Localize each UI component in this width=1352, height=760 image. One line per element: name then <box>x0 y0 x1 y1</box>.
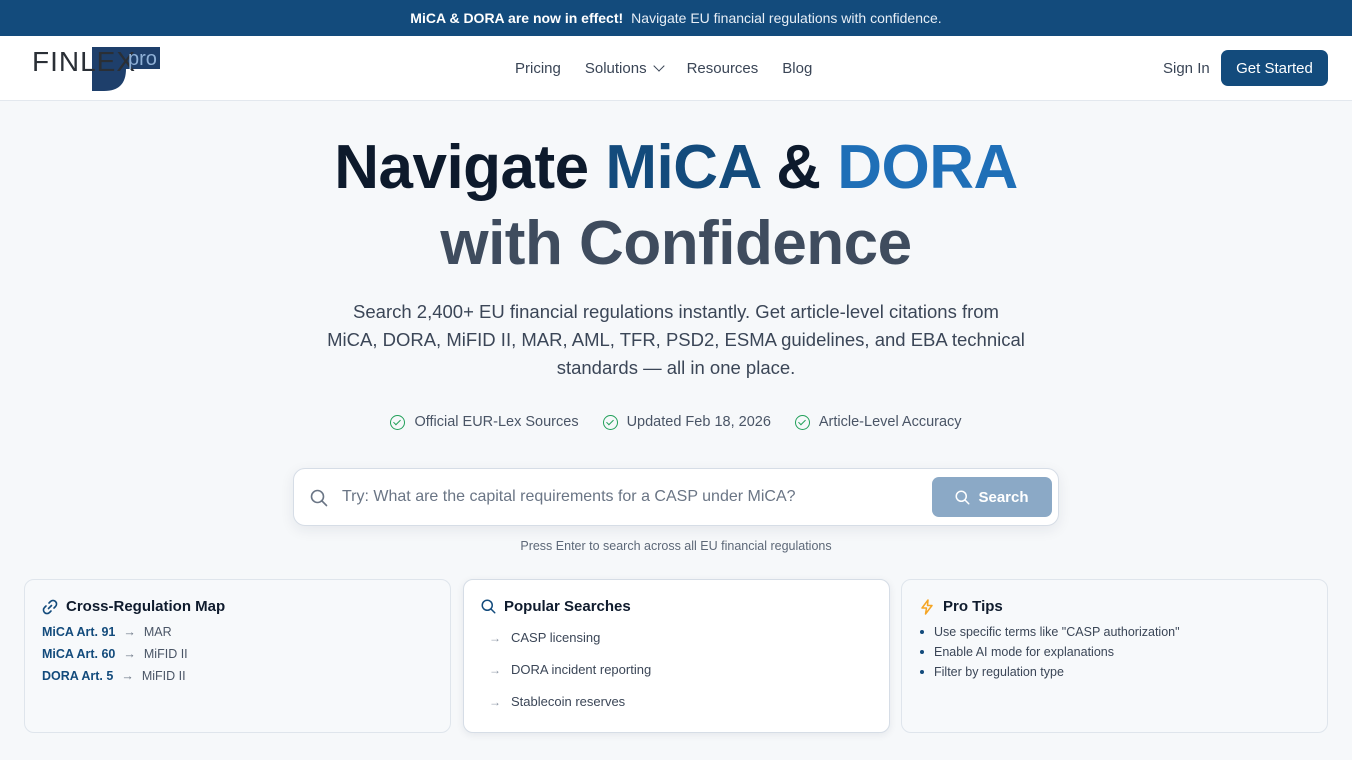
trust-badges: Official EUR-Lex Sources Updated Feb 18,… <box>0 414 1352 430</box>
popular-searches-title: Popular Searches <box>481 598 631 615</box>
logo-word: FINLEX <box>32 46 137 77</box>
top-navbar: FINLEX pro Pricing Solutions Resources B… <box>0 36 1352 101</box>
search-icon <box>481 599 496 614</box>
badge-sources-label: Official EUR-Lex Sources <box>414 414 579 430</box>
nav-solutions-label: Solutions <box>584 59 647 77</box>
map-row[interactable]: MiCA Art. 60 → MiFID II <box>42 647 188 661</box>
hero-title-mica: MiCA <box>605 133 760 202</box>
badge-updated: Updated Feb 18, 2026 <box>602 414 771 430</box>
search-hint: Press Enter to search across all EU fina… <box>520 539 832 553</box>
popular-search-item[interactable]: → CASP licensing <box>489 630 600 645</box>
search-input[interactable]: Try: What are the capital requirements f… <box>342 488 796 506</box>
arrow-right-icon: → <box>123 625 136 639</box>
arrow-right-icon: → <box>489 630 501 645</box>
link-icon <box>42 599 58 614</box>
sign-in-link[interactable]: Sign In <box>1163 60 1210 77</box>
hero-subtitle: Search 2,400+ EU financial regulations i… <box>327 301 1025 378</box>
map-row-to: MiFID II <box>143 647 188 661</box>
nav-blog[interactable]: Blog <box>782 60 812 77</box>
badge-updated-label: Updated Feb 18, 2026 <box>626 414 771 430</box>
hero-title-line2: with Confidence <box>440 209 912 278</box>
map-row-from: MiCA Art. 60 <box>42 647 116 661</box>
popular-search-label: DORA incident reporting <box>511 662 652 677</box>
arrow-right-icon: → <box>489 662 501 677</box>
bullet-icon <box>920 650 924 654</box>
announcement-banner: MiCA & DORA are now in effect! Navigate … <box>0 0 1352 36</box>
map-row-from: DORA Art. 5 <box>42 669 114 683</box>
tip-item: Use specific terms like "CASP authorizat… <box>920 625 1180 639</box>
check-circle-icon <box>602 414 618 430</box>
finlex-logo[interactable]: FINLEX pro <box>32 44 162 92</box>
chevron-down-icon <box>652 60 665 72</box>
popular-search-label: Stablecoin reserves <box>511 694 626 709</box>
tip-item: Filter by regulation type <box>920 665 1064 679</box>
banner-bold-text: MiCA & DORA are now in effect! <box>410 10 624 26</box>
popular-search-label: CASP licensing <box>511 630 601 645</box>
tip-text: Enable AI mode for explanations <box>934 645 1114 659</box>
nav-links: Pricing Solutions Resources Blog <box>515 36 836 100</box>
hero-title-amp: & <box>759 133 838 202</box>
nav-resources[interactable]: Resources <box>687 60 759 77</box>
map-row[interactable]: DORA Art. 5 → MiFID II <box>42 669 186 683</box>
map-row-from: MiCA Art. 91 <box>42 625 116 639</box>
banner-text: Navigate EU financial regulations with c… <box>631 10 942 26</box>
hero-title-navigate: Navigate <box>334 133 606 202</box>
hero-heading: Navigate MiCA & DORA with Confidence <box>0 130 1352 282</box>
check-circle-icon <box>390 414 406 430</box>
search-button-label: Search <box>978 488 1029 506</box>
badge-accuracy-label: Article-Level Accuracy <box>818 414 962 430</box>
check-circle-icon <box>794 414 810 430</box>
search-icon <box>955 490 970 504</box>
tip-text: Use specific terms like "CASP authorizat… <box>934 625 1180 639</box>
bullet-icon <box>920 670 924 674</box>
hero-title-dora: DORA <box>837 133 1018 202</box>
arrow-right-icon: → <box>123 647 136 661</box>
map-row[interactable]: MiCA Art. 91 → MAR <box>42 625 172 639</box>
popular-search-item[interactable]: → DORA incident reporting <box>489 662 651 677</box>
badge-accuracy: Article-Level Accuracy <box>794 414 962 430</box>
cross-regulation-title-text: Cross-Regulation Map <box>66 598 226 615</box>
arrow-right-icon: → <box>489 694 501 709</box>
nav-solutions[interactable]: Solutions <box>584 59 665 77</box>
pro-tips-title: Pro Tips <box>919 598 1003 615</box>
nav-pricing[interactable]: Pricing <box>515 60 561 77</box>
get-started-button[interactable]: Get Started <box>1221 50 1328 86</box>
tip-text: Filter by regulation type <box>934 665 1064 679</box>
cross-regulation-card: Cross-Regulation Map MiCA Art. 91 → MAR … <box>24 579 451 733</box>
search-box: Try: What are the capital requirements f… <box>293 468 1059 526</box>
popular-searches-card: Popular Searches → CASP licensing → DORA… <box>463 579 890 733</box>
logo-suffix: pro <box>128 48 157 70</box>
bullet-icon <box>920 630 924 634</box>
search-button[interactable]: Search <box>932 477 1052 517</box>
tip-item: Enable AI mode for explanations <box>920 645 1114 659</box>
map-row-to: MiFID II <box>141 669 186 683</box>
popular-search-item[interactable]: → Stablecoin reserves <box>489 694 625 709</box>
badge-sources: Official EUR-Lex Sources <box>390 414 579 430</box>
arrow-right-icon: → <box>121 669 134 683</box>
lightning-bolt-icon <box>921 598 933 615</box>
search-icon <box>310 489 328 507</box>
popular-searches-title-text: Popular Searches <box>504 598 631 615</box>
cross-regulation-title: Cross-Regulation Map <box>42 598 225 615</box>
map-row-to: MAR <box>143 625 172 639</box>
pro-tips-card: Pro Tips Use specific terms like "CASP a… <box>901 579 1328 733</box>
pro-tips-title-text: Pro Tips <box>943 598 1003 615</box>
